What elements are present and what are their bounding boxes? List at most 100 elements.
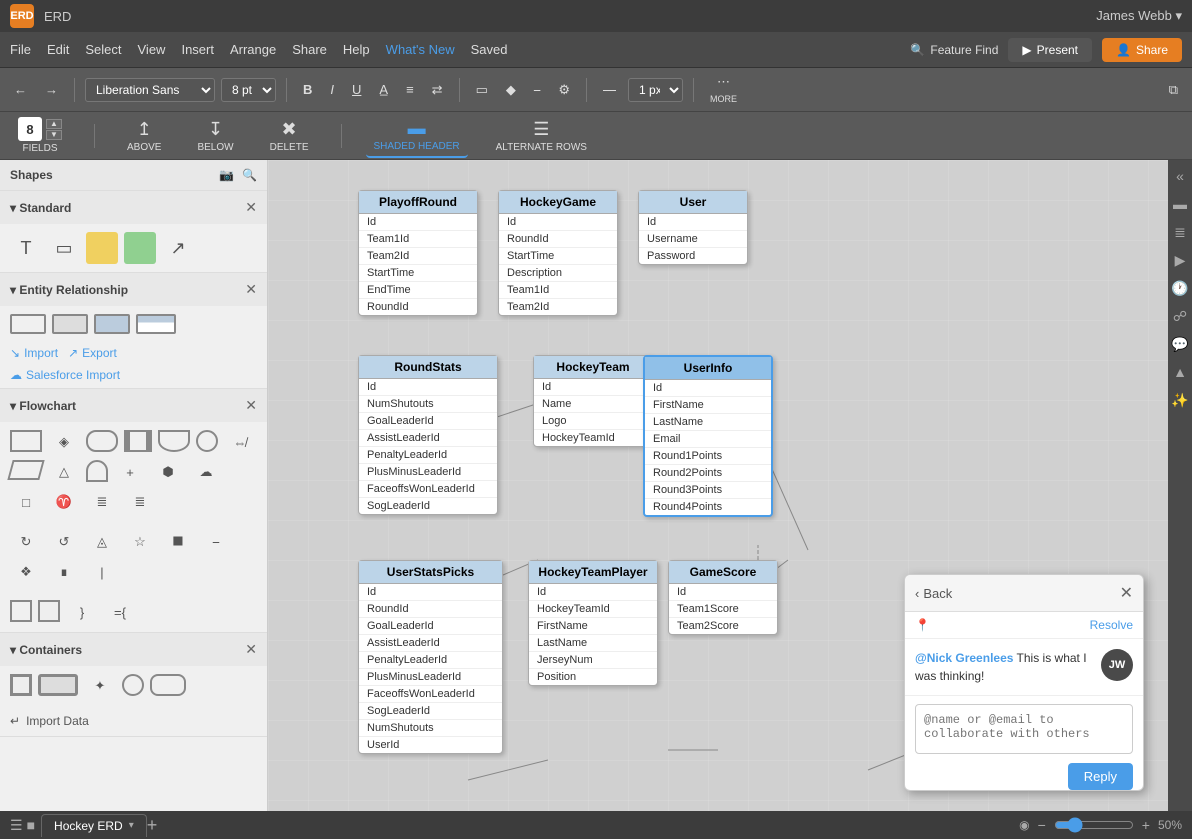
er-shape-2[interactable] — [52, 314, 88, 334]
fullscreen-button[interactable]: ⧉ — [1163, 78, 1184, 102]
shapes-header[interactable]: Shapes 📷 🔍 — [0, 160, 267, 190]
font-size-select[interactable]: 8 pt — [221, 78, 276, 102]
fc-tape[interactable]: ⇎ — [224, 430, 256, 454]
fc-square3[interactable] — [38, 600, 60, 622]
cont-4[interactable] — [122, 674, 144, 696]
fc-trap[interactable]: △ — [48, 460, 80, 484]
salesforce-import-button[interactable]: ☁ Salesforce Import — [0, 368, 130, 388]
more-button[interactable]: ⋯MORE — [704, 70, 743, 109]
fc-list1[interactable]: ≣ — [86, 490, 118, 514]
cont-5[interactable] — [150, 674, 186, 696]
menu-help[interactable]: Help — [343, 42, 370, 57]
line-style-button[interactable]: ⎯⎯ — [597, 78, 622, 102]
menu-arrange[interactable]: Arrange — [230, 42, 276, 57]
zoom-out-button[interactable]: − — [1038, 817, 1046, 833]
menu-whats-new[interactable]: What's New — [386, 42, 455, 57]
fc-arc[interactable]: ↻ — [10, 530, 42, 554]
collapse-right-icon[interactable]: « — [1170, 166, 1190, 186]
fc-callout[interactable]: □ — [10, 490, 42, 514]
menu-insert[interactable]: Insert — [181, 42, 214, 57]
layers-icon[interactable]: ☍ — [1170, 306, 1190, 326]
fc-diamond[interactable]: ◈ — [48, 430, 80, 454]
menu-share[interactable]: Share — [292, 42, 327, 57]
grid-view-button[interactable]: ■ — [27, 817, 35, 834]
above-tool[interactable]: ↥ ABOVE — [119, 115, 169, 157]
fc-heptagon[interactable]: ⎯ — [200, 530, 232, 554]
er-shape-4[interactable] — [136, 314, 176, 334]
fc-doc[interactable] — [158, 430, 190, 452]
standard-header[interactable]: ▾ Standard ✕ — [0, 191, 267, 224]
game-score-table[interactable]: GameScore Id Team1Score Team2Score — [668, 560, 778, 635]
containers-close-button[interactable]: ✕ — [245, 641, 257, 658]
fields-tool[interactable]: 8 ▲ ▼ FIELDS — [10, 113, 70, 158]
comment-icon[interactable]: 💬 — [1170, 334, 1190, 354]
fc-leaf[interactable]: ❖ — [10, 560, 42, 584]
align-button[interactable]: ≡ — [400, 78, 420, 101]
rect-shape[interactable]: ▭ — [48, 232, 80, 264]
menu-view[interactable]: View — [138, 42, 166, 57]
diamond-shape[interactable] — [124, 232, 156, 264]
er-close-button[interactable]: ✕ — [245, 281, 257, 298]
table-icon[interactable]: ≣ — [1170, 222, 1190, 242]
format-button[interactable]: ⚙ — [552, 78, 576, 102]
sticky-shape[interactable] — [86, 232, 118, 264]
fc-bang[interactable]: ♈ — [48, 490, 80, 514]
fc-symbol1[interactable]: } — [66, 600, 98, 624]
cont-3[interactable]: ✦ — [84, 674, 116, 698]
fc-square2[interactable] — [10, 600, 32, 622]
user-table[interactable]: User Id Username Password — [638, 190, 748, 265]
underline-button[interactable]: U — [346, 78, 367, 101]
fc-cross[interactable]: + — [114, 460, 146, 484]
fc-parallelogram[interactable] — [7, 460, 44, 480]
feature-find-button[interactable]: 🔍 Feature Find — [910, 43, 998, 57]
cont-2[interactable] — [38, 674, 78, 696]
hockey-team-table[interactable]: HockeyTeam Id Name Logo HockeyTeamId — [533, 355, 653, 447]
font-select[interactable]: Liberation Sans — [85, 78, 215, 102]
flowchart-header[interactable]: ▾ Flowchart ✕ — [0, 389, 267, 422]
undo-button[interactable]: ← — [8, 78, 33, 101]
er-shape-1[interactable] — [10, 314, 46, 334]
er-shape-3[interactable] — [94, 314, 130, 334]
fc-circle[interactable] — [196, 430, 218, 452]
fc-arc2[interactable]: ↺ — [48, 530, 80, 554]
delete-tool[interactable]: ✖ DELETE — [262, 115, 317, 157]
italic-button[interactable]: I — [324, 78, 340, 101]
comment-input[interactable] — [915, 704, 1133, 754]
standard-close-button[interactable]: ✕ — [245, 199, 257, 216]
add-page-button[interactable]: + — [147, 815, 158, 836]
hockey-game-table[interactable]: HockeyGame Id RoundId StartTime Descript… — [498, 190, 618, 316]
px-select[interactable]: 1 px — [628, 78, 683, 102]
redo-button[interactable]: → — [39, 78, 64, 101]
round-stats-table[interactable]: RoundStats Id NumShutouts GoalLeaderId A… — [358, 355, 498, 515]
fill-button[interactable]: ◆ — [500, 78, 522, 102]
fc-hexagon[interactable]: ⬢ — [152, 460, 184, 484]
resolve-button[interactable]: Resolve — [1090, 618, 1133, 632]
fc-curly[interactable]: | — [86, 560, 118, 584]
flowchart-close-button[interactable]: ✕ — [245, 397, 257, 414]
containers-header[interactable]: ▾ Containers ✕ — [0, 633, 267, 666]
reply-button[interactable]: Reply — [1068, 763, 1133, 790]
share-button[interactable]: 👤 Share — [1102, 38, 1182, 62]
import-button[interactable]: ↘ Import — [10, 346, 58, 360]
magic-icon[interactable]: ✨ — [1170, 390, 1190, 410]
video-icon[interactable]: ▶ — [1170, 250, 1190, 270]
page-tab-hockey-erd[interactable]: Hockey ERD ▾ — [41, 814, 147, 837]
canvas-area[interactable]: PlayoffRound Id Team1Id Team2Id StartTim… — [268, 160, 1168, 811]
fc-braces[interactable]: ∎ — [48, 560, 80, 584]
below-tool[interactable]: ↧ BELOW — [189, 115, 241, 157]
format-panel-icon[interactable]: ▬ — [1170, 194, 1190, 214]
export-button[interactable]: ↗ Export — [68, 346, 117, 360]
menu-edit[interactable]: Edit — [47, 42, 69, 57]
hockey-team-player-table[interactable]: HockeyTeamPlayer Id HockeyTeamId FirstNa… — [528, 560, 658, 686]
present-button[interactable]: ▶ Present — [1008, 38, 1092, 62]
user-info-table[interactable]: UserInfo Id FirstName LastName Email Rou… — [643, 355, 773, 517]
playoff-round-table[interactable]: PlayoffRound Id Team1Id Team2Id StartTim… — [358, 190, 478, 316]
er-header[interactable]: ▾ Entity Relationship ✕ — [0, 273, 267, 306]
alternate-rows-tool[interactable]: ☰ ALTERNATE ROWS — [488, 115, 595, 157]
zoom-slider[interactable] — [1054, 817, 1134, 833]
fc-custom1[interactable]: ◬ — [86, 530, 118, 554]
list-view-button[interactable]: ☰ — [10, 817, 23, 834]
menu-file[interactable]: File — [10, 42, 31, 57]
fc-symbol2[interactable]: ={ — [104, 600, 136, 624]
zoom-in-button[interactable]: + — [1142, 817, 1150, 833]
